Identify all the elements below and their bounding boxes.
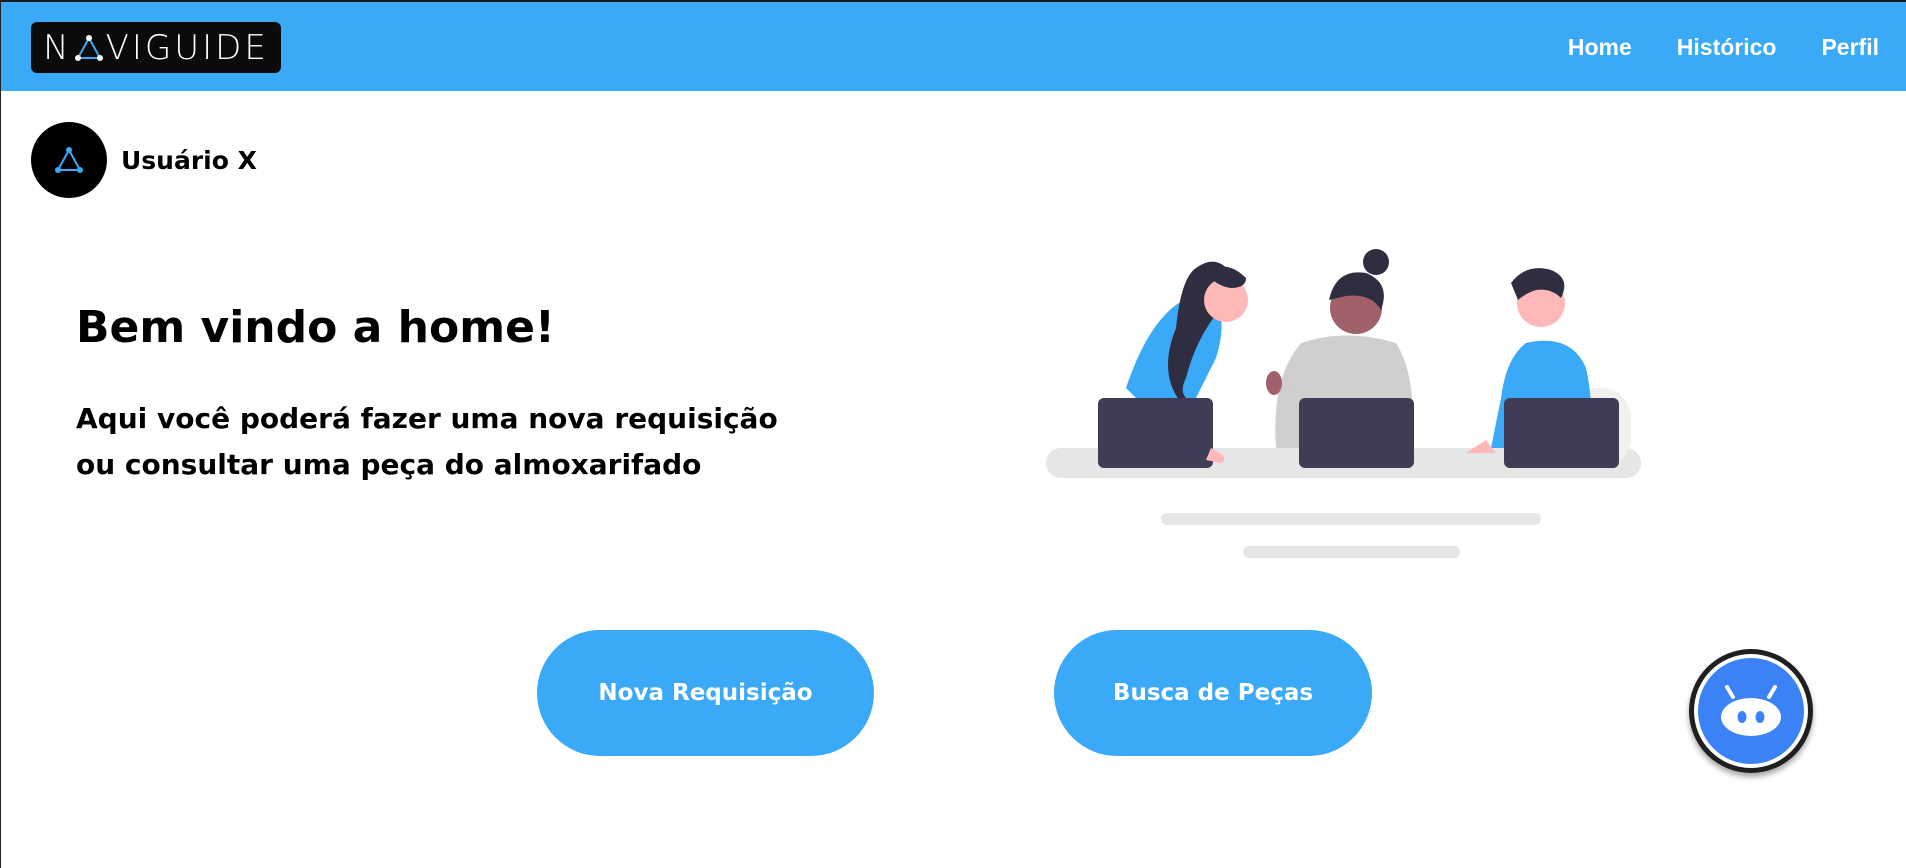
team-meeting-illustration [1046, 249, 1641, 558]
robot-icon [1721, 685, 1781, 736]
busca-pecas-button[interactable]: Busca de Peças [1054, 630, 1372, 756]
triangle-network-icon [74, 34, 103, 61]
top-navbar: N VIGUIDE Home Histórico Perfil [1, 0, 1906, 91]
chatbot-face [1698, 658, 1804, 764]
chatbot-button[interactable] [1689, 649, 1813, 773]
avatar[interactable] [31, 122, 107, 198]
logo-text-post: VIGUIDE [105, 27, 269, 68]
nav-perfil-link[interactable]: Perfil [1821, 34, 1879, 61]
welcome-line-2: ou consultar uma peça do almoxarifado [76, 448, 702, 481]
user-info: Usuário X [31, 122, 257, 198]
page-title: Bem vindo a home! [76, 302, 555, 353]
chatbot-ring [1694, 654, 1808, 768]
triangle-network-icon [55, 147, 83, 173]
nova-requisicao-button[interactable]: Nova Requisição [537, 630, 874, 756]
nav-historico-link[interactable]: Histórico [1677, 34, 1777, 61]
welcome-line-1: Aqui você poderá fazer uma nova requisiç… [76, 402, 778, 435]
logo-text-pre: N [43, 27, 72, 68]
logo-wordmark: N VIGUIDE [43, 28, 269, 68]
nav-home-link[interactable]: Home [1568, 34, 1632, 61]
user-name: Usuário X [121, 145, 257, 175]
welcome-description: Aqui você poderá fazer uma nova requisiç… [76, 396, 796, 488]
naviguide-logo[interactable]: N VIGUIDE [31, 22, 281, 73]
main-nav: Home Histórico Perfil [1568, 2, 1879, 93]
